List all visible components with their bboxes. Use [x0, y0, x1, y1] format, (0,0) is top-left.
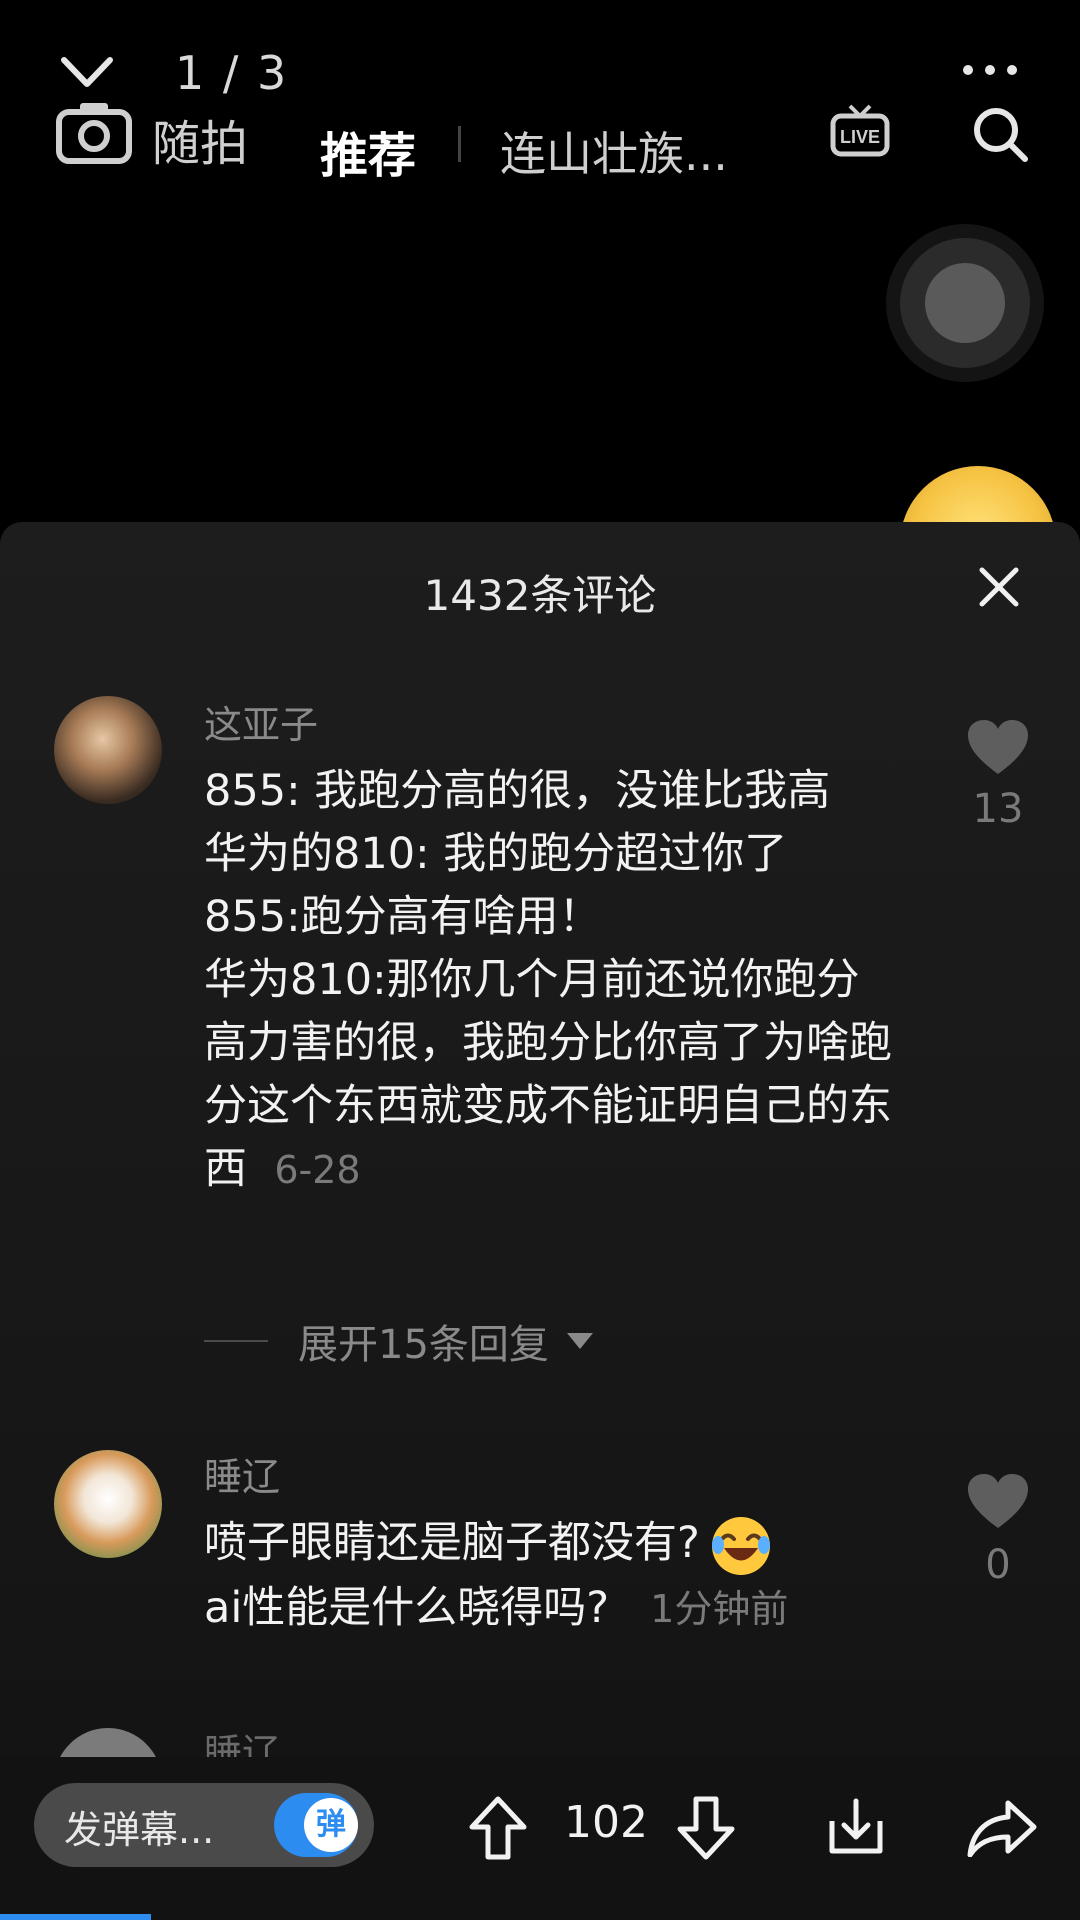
chevron-down-icon[interactable] [60, 52, 114, 92]
live-icon[interactable]: LIVE [830, 102, 890, 158]
svg-text:LIVE: LIVE [840, 127, 880, 147]
downvote-icon[interactable] [676, 1795, 736, 1861]
upvote-icon[interactable] [468, 1795, 528, 1861]
close-icon[interactable] [976, 564, 1022, 610]
chevron-down-icon [566, 1333, 593, 1349]
expand-divider [204, 1340, 268, 1342]
avatar[interactable] [54, 1728, 162, 1757]
comment-time: 6-28 [274, 1148, 361, 1192]
search-icon[interactable] [970, 104, 1030, 164]
more-icon[interactable] [960, 60, 1020, 80]
comment-sheet: 1432条评论 这亚子 855: 我跑分高的很，没谁比我高 华为的810: 我的… [0, 522, 1080, 1757]
laughing-emoji-icon [711, 1516, 770, 1575]
like-count: 0 [985, 1542, 1011, 1588]
vote-count: 102 [564, 1797, 648, 1848]
camera-label[interactable]: 随拍 [152, 104, 248, 174]
comment-time: 1分钟前 [650, 1586, 789, 1631]
heart-icon [968, 1474, 1028, 1528]
danmu-toggle-knob: 弹 [304, 1798, 358, 1852]
like-button[interactable] [966, 1472, 1030, 1534]
danmu-input[interactable]: 发弹幕... 弹 [34, 1783, 374, 1867]
tab-recommended[interactable]: 推荐 [320, 116, 416, 186]
download-icon[interactable] [826, 1797, 886, 1857]
music-disc[interactable] [900, 238, 1030, 368]
like-count: 13 [972, 786, 1024, 832]
video-progress-bar[interactable] [0, 1914, 152, 1920]
bottom-bar: 发弹幕... 弹 102 [0, 1757, 1080, 1920]
comment-username[interactable]: 睡辽 [204, 1722, 280, 1757]
expand-replies-button[interactable]: 展开15条回复 [204, 1312, 593, 1370]
comment-username[interactable]: 这亚子 [204, 694, 318, 749]
comment-username[interactable]: 睡辽 [204, 1446, 280, 1501]
like-button[interactable] [966, 718, 1030, 780]
danmu-toggle[interactable]: 弹 [274, 1793, 358, 1857]
comment-count-title: 1432条评论 [423, 571, 657, 620]
avatar[interactable] [54, 1450, 162, 1558]
tab-location[interactable]: 连山壮族... [500, 118, 728, 184]
share-icon[interactable] [966, 1799, 1038, 1857]
comment-text[interactable]: 855: 我跑分高的很，没谁比我高 华为的810: 我的跑分超过你了 855:跑… [204, 760, 894, 1202]
expand-replies-label: 展开15条回复 [298, 1322, 549, 1368]
avatar[interactable] [54, 696, 162, 804]
comment-text[interactable]: 喷子眼睛还是脑子都没有? ai性能是什么晓得吗? 1分钟前 [204, 1512, 894, 1641]
heart-icon [968, 720, 1028, 774]
top-bar: 1 / 3 随拍 推荐 连山壮族... LIVE [0, 0, 1080, 220]
danmu-placeholder: 发弹幕... [64, 1808, 215, 1852]
tab-divider [458, 126, 461, 162]
image-pager: 1 / 3 [175, 46, 289, 100]
camera-icon[interactable] [56, 100, 132, 164]
